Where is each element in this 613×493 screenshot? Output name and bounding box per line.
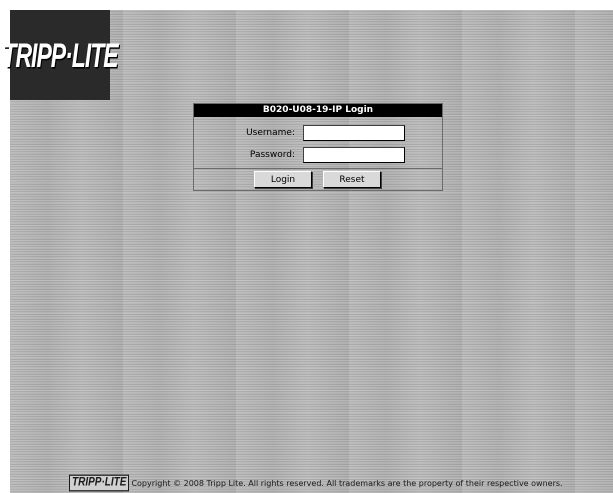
password-row: Password: (194, 147, 442, 163)
copyright-text: Copyright © 2008 Tripp Lite. All rights … (131, 479, 563, 488)
footer-logo: TRIPP·LITE (69, 474, 130, 492)
login-page: TRIPP·LITE B020-U08-19-IP Login Username… (0, 0, 613, 493)
login-title: B020-U08-19-IP Login (194, 104, 442, 117)
tripp-lite-logo: TRIPP·LITE (2, 10, 119, 100)
username-row: Username: (194, 125, 442, 141)
form-divider (194, 168, 442, 169)
password-label: Password: (249, 150, 295, 160)
footer: TRIPP·LITE Copyright © 2008 Tripp Lite. … (69, 474, 563, 492)
logo-text: TRIPP·LITE (2, 34, 118, 74)
login-button[interactable]: Login (254, 171, 312, 188)
username-label: Username: (246, 128, 295, 138)
password-input[interactable] (303, 147, 405, 163)
username-input[interactable] (303, 125, 405, 141)
login-form: B020-U08-19-IP Login Username: Password:… (193, 103, 443, 191)
reset-button[interactable]: Reset (323, 171, 381, 188)
